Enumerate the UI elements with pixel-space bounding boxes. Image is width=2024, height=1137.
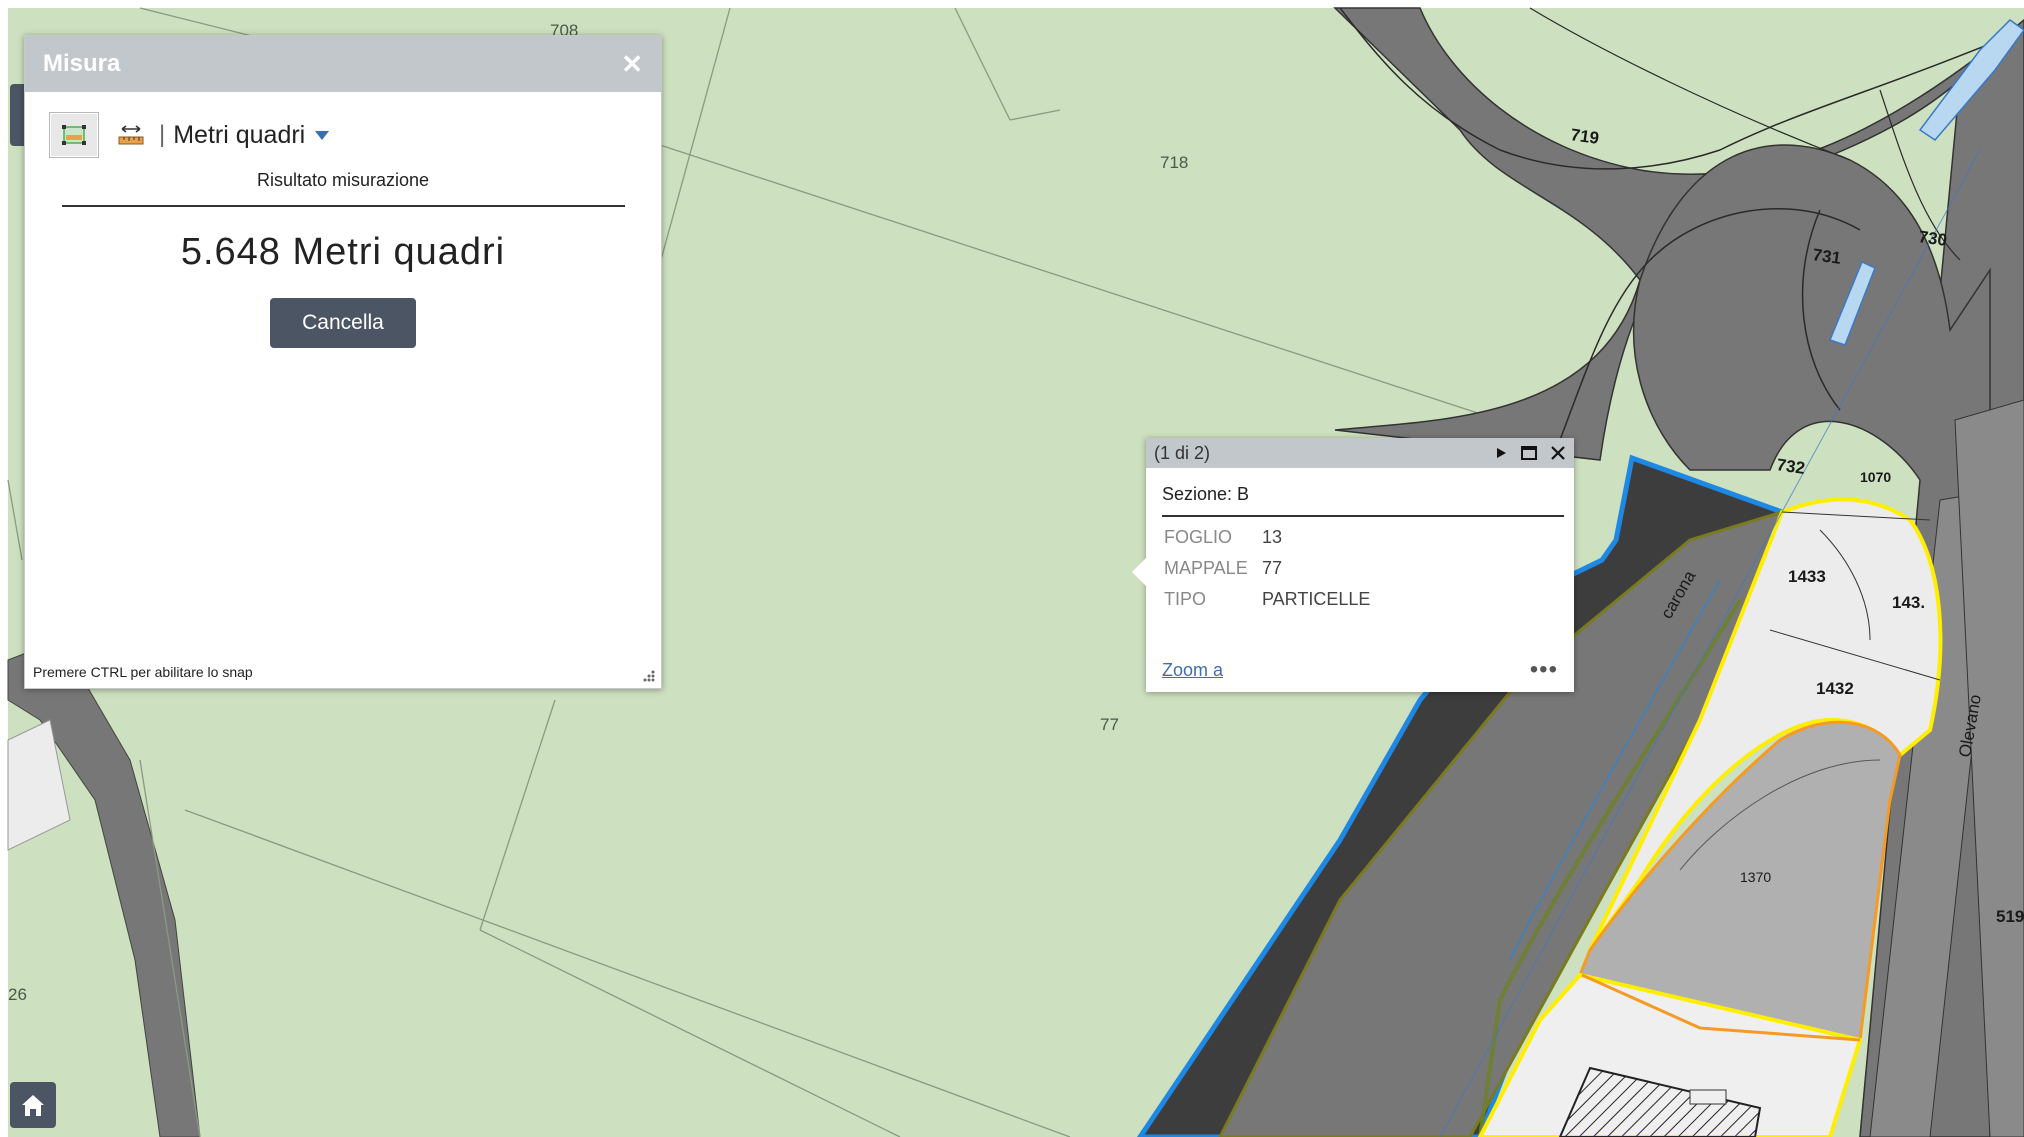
measure-area-icon bbox=[62, 125, 86, 145]
chevron-down-icon bbox=[315, 130, 330, 140]
parcel-number: 1370 bbox=[1740, 869, 1771, 885]
parcel-number: 731 bbox=[1811, 245, 1842, 268]
popup-title: Sezione: B bbox=[1162, 484, 1250, 504]
maximize-icon bbox=[1521, 446, 1537, 460]
parcel-label: 77 bbox=[1100, 715, 1119, 734]
maximize-button[interactable] bbox=[1520, 445, 1538, 461]
home-button[interactable] bbox=[10, 1082, 56, 1128]
close-icon bbox=[1551, 446, 1565, 460]
attribute-key: TIPO bbox=[1164, 589, 1207, 609]
attribute-value: PARTICELLE bbox=[1262, 589, 1371, 609]
attribute-row: FOGLIO 13 bbox=[1164, 527, 1574, 548]
parcel-label: 26 bbox=[8, 985, 27, 1004]
measure-distance-button[interactable] bbox=[109, 113, 153, 157]
unit-select-value: Metri quadri bbox=[173, 120, 306, 149]
result-label: Risultato misurazione bbox=[256, 170, 430, 190]
divider bbox=[1162, 515, 1564, 517]
parcel-number: 730 bbox=[1917, 227, 1948, 250]
feature-popup: (1 di 2) Sezione: B FOGLIO 13 MAPPALE 77… bbox=[1132, 438, 1574, 692]
popup-header: (1 di 2) bbox=[1146, 438, 1574, 468]
close-icon[interactable]: ✕ bbox=[621, 49, 643, 80]
parcel-number: 1432 bbox=[1816, 679, 1854, 698]
parcel-label: 718 bbox=[1160, 153, 1188, 172]
home-icon bbox=[22, 1095, 44, 1116]
parcel-number: 143. bbox=[1892, 593, 1925, 612]
parcel-number: 519 bbox=[1996, 907, 2024, 926]
snap-hint: Premere CTRL per abilitare lo snap bbox=[33, 664, 253, 680]
attribute-row: MAPPALE 77 bbox=[1164, 558, 1574, 579]
popup-footer: Zoom a ••• bbox=[1162, 656, 1558, 684]
clear-button[interactable]: Cancella bbox=[270, 298, 416, 348]
attribute-key: FOGLIO bbox=[1164, 527, 1233, 547]
attribute-value: 13 bbox=[1262, 527, 1283, 547]
measure-header: Misura ✕ bbox=[25, 36, 661, 92]
toolbar-separator: | bbox=[159, 121, 166, 148]
more-actions-button[interactable]: ••• bbox=[1530, 656, 1558, 684]
attribute-key: MAPPALE bbox=[1164, 558, 1248, 578]
next-feature-button[interactable] bbox=[1494, 446, 1508, 460]
parcel-number: 732 bbox=[1775, 455, 1806, 478]
parcel-number: 1070 bbox=[1860, 469, 1891, 485]
divider bbox=[62, 205, 625, 207]
side-panel-handle[interactable] bbox=[10, 84, 24, 146]
next-feature-icon bbox=[1497, 448, 1506, 458]
popup-page-indicator: (1 di 2) bbox=[1154, 442, 1211, 463]
parcel-number: 1433 bbox=[1788, 567, 1826, 586]
measure-panel: Misura ✕ | Metri quadri Risultato misura… bbox=[24, 35, 662, 689]
result-value: 5.648 Metri quadri bbox=[180, 231, 506, 273]
measure-area-button[interactable] bbox=[49, 112, 99, 158]
measure-toolbar: | Metri quadri bbox=[49, 112, 661, 158]
popup-close-button[interactable] bbox=[1550, 445, 1566, 461]
resize-grip-icon[interactable] bbox=[641, 668, 655, 682]
zoom-to-link[interactable]: Zoom a bbox=[1162, 660, 1223, 681]
measure-distance-icon bbox=[118, 125, 144, 145]
attribute-row: TIPO PARTICELLE bbox=[1164, 589, 1574, 610]
attribute-value: 77 bbox=[1262, 558, 1283, 578]
unit-select[interactable]: Metri quadri bbox=[173, 120, 330, 150]
popup-pointer bbox=[1132, 558, 1146, 586]
parcel-number: 719 bbox=[1569, 125, 1600, 148]
measure-title: Misura bbox=[43, 50, 121, 77]
popup-controls bbox=[1494, 445, 1566, 461]
